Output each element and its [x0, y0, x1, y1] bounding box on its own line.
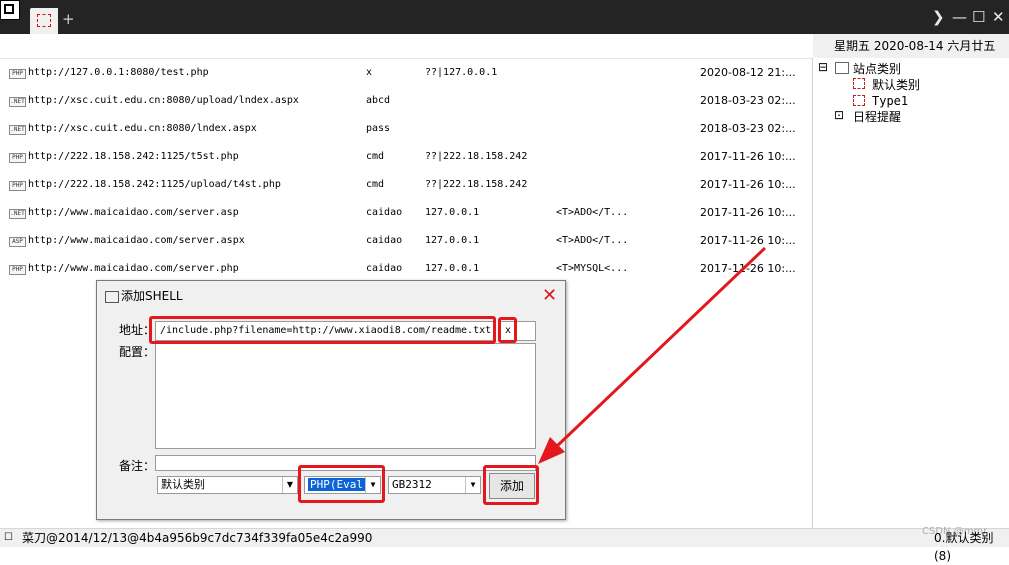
status-text: 菜刀@2014/12/13@4b4a956b9c7dc734f339fa05e4… — [22, 531, 373, 545]
shell-ip: 127.0.0.1 — [425, 207, 480, 218]
shell-row[interactable]: PHP http://www.maicaidao.com/server.php ca… — [0, 255, 812, 283]
shell-db-config: <T>MYSQL<... — [556, 263, 629, 274]
shell-url: http://www.maicaidao.com/server.php — [28, 263, 239, 274]
shell-url: http://xsc.cuit.edu.cn:8080/upload/lndex… — [28, 95, 299, 106]
shell-db-config: <T>ADO</T... — [556, 207, 629, 218]
shell-date: 2017-11-26 10:... — [700, 234, 796, 247]
shell-password: pass — [366, 123, 391, 134]
shell-password: cmd — [366, 179, 385, 190]
script-type-icon: .NET — [9, 209, 26, 219]
shell-row[interactable]: .NET http://www.maicaidao.com/server.asp c… — [0, 199, 812, 227]
shell-date: 2018-03-23 02:... — [700, 94, 796, 107]
category-select-value: 默认类别 — [161, 478, 205, 491]
shell-date: 2017-11-26 10:... — [700, 206, 796, 219]
tree-item-default[interactable]: 默认类别 — [872, 76, 920, 93]
encoding-select[interactable]: GB2312 ▼ — [388, 476, 481, 494]
minimize-button[interactable]: — — [952, 10, 967, 25]
tree-item-root[interactable]: 站点类别 — [853, 60, 901, 77]
add-shell-dialog: 添加SHELL ✕ 地址： /include.php?filename=http… — [96, 280, 566, 520]
encoding-value: GB2312 — [392, 478, 432, 491]
panel-divider — [812, 58, 813, 528]
category-select[interactable]: 默认类别 ▼ — [157, 476, 298, 494]
script-type-icon: PHP — [9, 153, 26, 163]
chevron-down-icon: ▼ — [465, 477, 480, 493]
annotation-box-add — [483, 465, 539, 505]
shell-date: 2017-11-26 10:... — [700, 150, 796, 163]
shell-url: http://222.18.158.242:1125/t5st.php — [28, 151, 239, 162]
window-icon — [105, 291, 119, 303]
shell-row[interactable]: PHP http://127.0.0.1:8080/test.php x ??|127… — [0, 59, 812, 87]
annotation-box-type — [298, 465, 385, 503]
shell-password: cmd — [366, 151, 385, 162]
config-label: 配置： — [119, 345, 156, 359]
tree-expander[interactable]: ⊟ — [818, 60, 828, 74]
script-type-icon: PHP — [9, 69, 26, 79]
title-bar: + ❯ — ☐ ✕ — [0, 0, 1009, 34]
status-icon: ☐ — [4, 532, 13, 543]
folder-icon — [835, 62, 849, 74]
tab-icon — [37, 14, 51, 27]
list-header — [0, 34, 813, 59]
annotation-box-address — [149, 316, 496, 344]
category-icon — [853, 78, 865, 89]
dialog-title-bar: 添加SHELL ✕ — [97, 281, 565, 311]
script-type-icon: PHP — [9, 265, 26, 275]
script-type-icon: .NET — [9, 125, 26, 135]
status-count: 0.默认类别(8) — [934, 531, 994, 563]
shell-row[interactable]: ASP http://www.maicaidao.com/server.aspx c… — [0, 227, 812, 255]
shell-row[interactable]: .NET http://xsc.cuit.edu.cn:8080/lndex.as… — [0, 115, 812, 143]
shell-ip: 127.0.0.1 — [425, 235, 480, 246]
shell-ip: ??|222.18.158.242 — [425, 151, 528, 162]
shell-ip: ??|222.18.158.242 — [425, 179, 528, 190]
shell-url: http://www.maicaidao.com/server.aspx — [28, 235, 245, 246]
script-type-icon: ASP — [9, 237, 26, 247]
calendar-icon: ⊡ — [834, 108, 845, 122]
shell-password: x — [366, 67, 373, 78]
tree-item-schedule[interactable]: 日程提醒 — [853, 108, 901, 125]
shell-url: http://127.0.0.1:8080/test.php — [28, 67, 209, 78]
chevron-right-icon[interactable]: ❯ — [932, 10, 945, 25]
shell-db-config: <T>ADO</T... — [556, 235, 629, 246]
app-icon — [0, 0, 20, 20]
shell-password: caidao — [366, 263, 403, 274]
shell-date: 2020-08-12 21:... — [700, 66, 796, 79]
tree-item-type1[interactable]: Type1 — [872, 94, 908, 108]
shell-password: abcd — [366, 95, 391, 106]
dialog-title: 添加SHELL — [121, 289, 183, 303]
status-bar: ☐ 菜刀@2014/12/13@4b4a956b9c7dc734f339fa05… — [0, 526, 1009, 563]
shell-row[interactable]: .NET http://xsc.cuit.edu.cn:8080/upload/l… — [0, 87, 812, 115]
date-strip: 星期五 2020-08-14 六月廿五 — [813, 34, 1009, 58]
dialog-close-icon[interactable]: ✕ — [542, 281, 557, 311]
shell-password: caidao — [366, 235, 403, 246]
chevron-down-icon: ▼ — [282, 477, 297, 493]
shell-ip: 127.0.0.1 — [425, 263, 480, 274]
new-tab-button[interactable]: + — [62, 10, 75, 28]
tab-active[interactable] — [30, 8, 58, 34]
date-text: 星期五 2020-08-14 六月廿五 — [834, 39, 996, 53]
annotation-box-password — [498, 317, 517, 343]
script-type-icon: .NET — [9, 97, 26, 107]
script-type-icon: PHP — [9, 181, 26, 191]
shell-url: http://xsc.cuit.edu.cn:8080/lndex.aspx — [28, 123, 257, 134]
shell-date: 2017-11-26 10:... — [700, 262, 796, 275]
config-textarea[interactable] — [155, 343, 536, 449]
shell-date: 2018-03-23 02:... — [700, 122, 796, 135]
shell-url: http://222.18.158.242:1125/upload/t4st.p… — [28, 179, 281, 190]
shell-row[interactable]: PHP http://222.18.158.242:1125/upload/t4s… — [0, 171, 812, 199]
shell-password: caidao — [366, 207, 403, 218]
maximize-button[interactable]: ☐ — [972, 10, 985, 25]
close-button[interactable]: ✕ — [992, 10, 1005, 25]
shell-url: http://www.maicaidao.com/server.asp — [28, 207, 239, 218]
note-label: 备注： — [119, 459, 156, 473]
shell-date: 2017-11-26 10:... — [700, 178, 796, 191]
category-icon — [853, 95, 865, 106]
shell-row[interactable]: PHP http://222.18.158.242:1125/t5st.php cm… — [0, 143, 812, 171]
shell-ip: ??|127.0.0.1 — [425, 67, 498, 78]
